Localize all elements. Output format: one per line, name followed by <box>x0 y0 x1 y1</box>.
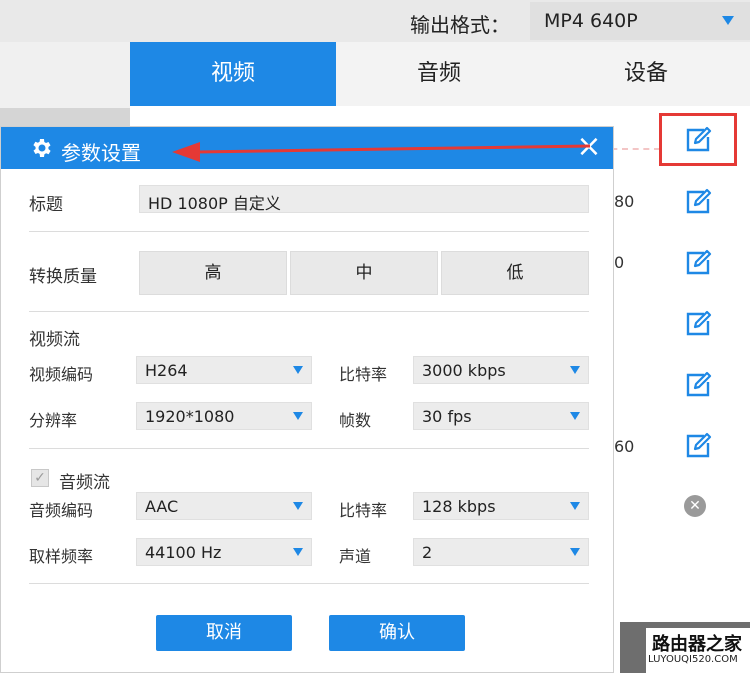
format-tabs: 视频 音频 设备 <box>130 42 750 106</box>
output-format-value: MP4 640P <box>544 10 638 32</box>
divider <box>29 583 589 584</box>
cancel-button[interactable]: 取消 <box>156 615 292 651</box>
channels-label: 声道 <box>339 547 372 566</box>
audio-codec-select[interactable]: AAC <box>136 492 312 520</box>
dialog-header: 参数设置 × <box>1 127 613 169</box>
title-input-value: HD 1080P 自定义 <box>148 194 281 213</box>
video-stream-heading: 视频流 <box>29 330 80 350</box>
audio-bitrate-value: 128 kbps <box>422 497 496 516</box>
chevron-down-icon <box>570 366 580 374</box>
chevron-down-icon <box>293 548 303 556</box>
watermark-url: LUYOUQI520.COM <box>648 654 738 665</box>
gear-icon <box>29 136 53 160</box>
fps-select[interactable]: 30 fps <box>413 402 589 430</box>
video-bitrate-value: 3000 kbps <box>422 361 506 380</box>
divider <box>29 231 589 232</box>
fps-value: 30 fps <box>422 407 472 426</box>
title-input[interactable]: HD 1080P 自定义 <box>139 185 589 213</box>
chevron-down-icon <box>293 366 303 374</box>
channels-value: 2 <box>422 543 433 562</box>
video-codec-select[interactable]: H264 <box>136 356 312 384</box>
title-label: 标题 <box>29 195 63 215</box>
chevron-down-icon <box>570 548 580 556</box>
edit-icon[interactable] <box>682 369 714 401</box>
sample-rate-select[interactable]: 44100 Hz <box>136 538 312 566</box>
audio-stream-heading: 音频流 <box>59 473 110 493</box>
tab-device[interactable]: 设备 <box>542 42 750 106</box>
edit-icon[interactable] <box>682 186 714 218</box>
dialog-title: 参数设置 <box>61 141 141 165</box>
video-codec-value: H264 <box>145 361 188 380</box>
fps-label: 帧数 <box>339 411 372 430</box>
chevron-down-icon <box>570 412 580 420</box>
resolution-value: 1920*1080 <box>145 407 235 426</box>
resolution-label: 分辨率 <box>29 411 78 430</box>
audio-stream-checkbox[interactable]: ✓ <box>31 469 49 487</box>
edit-icon[interactable] <box>682 308 714 340</box>
quality-high-button[interactable]: 高 <box>139 251 287 295</box>
list-item-fragment: 0 <box>614 253 625 272</box>
highlight-box <box>659 113 737 166</box>
audio-bitrate-select[interactable]: 128 kbps <box>413 492 589 520</box>
video-bitrate-select[interactable]: 3000 kbps <box>413 356 589 384</box>
video-bitrate-label: 比特率 <box>339 365 388 384</box>
sample-rate-label: 取样频率 <box>29 547 94 566</box>
video-codec-label: 视频编码 <box>29 365 94 384</box>
quality-label: 转换质量 <box>29 267 97 287</box>
divider <box>29 448 589 449</box>
watermark-name: 路由器之家 <box>652 634 742 655</box>
list-item-fragment: 80 <box>614 192 635 211</box>
divider <box>29 311 589 312</box>
output-format-select[interactable]: MP4 640P <box>530 2 750 40</box>
watermark: 路由器之家 LUYOUQI520.COM <box>646 628 750 673</box>
chevron-down-icon <box>293 412 303 420</box>
edit-icon[interactable] <box>682 430 714 462</box>
quality-medium-button[interactable]: 中 <box>290 251 438 295</box>
output-format-label: 输出格式： <box>410 13 510 37</box>
top-bar: 输出格式： MP4 640P <box>0 0 750 42</box>
audio-bitrate-label: 比特率 <box>339 501 388 520</box>
chevron-down-icon <box>293 502 303 510</box>
remove-icon[interactable]: ✕ <box>684 495 706 517</box>
chevron-down-icon <box>570 502 580 510</box>
quality-low-button[interactable]: 低 <box>441 251 589 295</box>
tab-audio[interactable]: 音频 <box>336 42 542 106</box>
audio-codec-value: AAC <box>145 497 179 516</box>
edit-icon[interactable] <box>682 247 714 279</box>
audio-codec-label: 音频编码 <box>29 501 94 520</box>
list-item-fragment: 60 <box>614 437 635 456</box>
chevron-down-icon <box>722 16 734 25</box>
confirm-button[interactable]: 确认 <box>329 615 465 651</box>
channels-select[interactable]: 2 <box>413 538 589 566</box>
sample-rate-value: 44100 Hz <box>145 543 222 562</box>
tab-video[interactable]: 视频 <box>130 42 336 106</box>
close-icon[interactable]: × <box>575 132 603 162</box>
settings-dialog: 参数设置 × 标题 HD 1080P 自定义 转换质量 高 中 低 视频流 视频… <box>0 126 614 673</box>
resolution-select[interactable]: 1920*1080 <box>136 402 312 430</box>
